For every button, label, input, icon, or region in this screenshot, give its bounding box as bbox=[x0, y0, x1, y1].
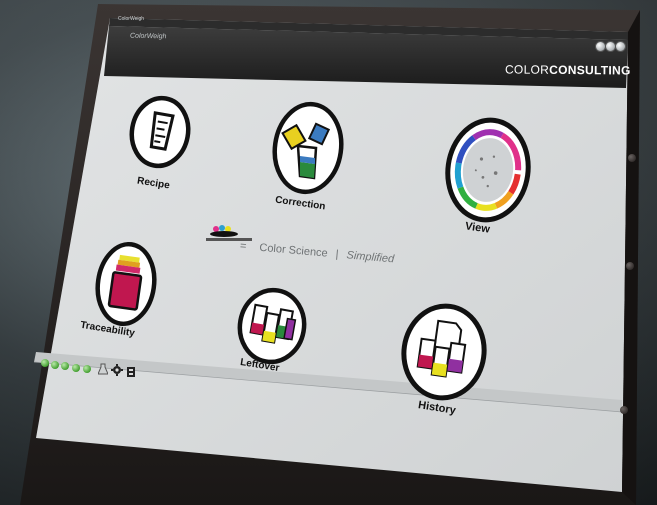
recipe-label[interactable]: Recipe bbox=[136, 176, 170, 192]
app-screen: ColorWeigh ColorWeigh COLORCONSULTING Re… bbox=[0, 0, 657, 505]
tagline-accent: Simplified bbox=[346, 249, 395, 266]
tagline-main: Color Science bbox=[258, 241, 329, 260]
brand-logo: COLORCONSULTING bbox=[505, 62, 631, 77]
scale-icon[interactable] bbox=[126, 366, 136, 378]
traceability-tile[interactable] bbox=[92, 238, 162, 332]
view-label[interactable]: View bbox=[464, 220, 490, 235]
close-button[interactable] bbox=[615, 41, 626, 52]
tagline-divider: | bbox=[335, 248, 340, 261]
status-indicator bbox=[51, 361, 59, 369]
brand-bold: CONSULTING bbox=[549, 62, 631, 78]
status-indicator bbox=[72, 364, 80, 372]
status-indicator bbox=[61, 362, 69, 370]
status-indicator bbox=[41, 359, 49, 367]
lab-flask-icon[interactable] bbox=[98, 363, 108, 375]
correction-tile[interactable] bbox=[270, 100, 348, 200]
tagline-equals: = bbox=[239, 240, 247, 253]
brand-light: COLOR bbox=[504, 62, 550, 77]
tagline: = Color Science | Simplified bbox=[239, 240, 394, 265]
app-title: ColorWeigh bbox=[130, 32, 167, 41]
recipe-tile[interactable] bbox=[128, 92, 198, 174]
status-indicator bbox=[83, 365, 91, 373]
view-tile[interactable] bbox=[440, 116, 536, 228]
gear-icon[interactable] bbox=[111, 364, 123, 376]
history-tile[interactable] bbox=[398, 302, 494, 406]
window-title: ColorWeigh bbox=[118, 16, 145, 22]
